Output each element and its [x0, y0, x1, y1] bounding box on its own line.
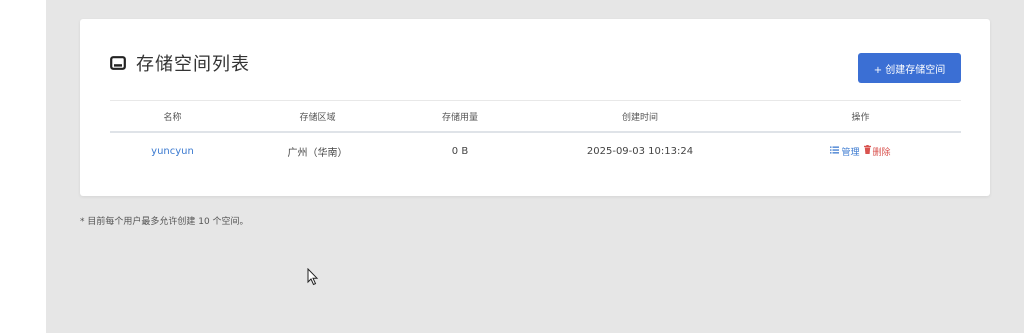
bucket-created-time: 2025-09-03 10:13:24 — [586, 145, 694, 157]
bucket-usage: 0 B — [451, 145, 469, 157]
row-actions: 管理 删除 — [760, 145, 961, 158]
column-header-region: 存储区域 — [299, 112, 336, 123]
mouse-pointer-icon — [307, 267, 319, 290]
column-header-usage: 存储用量 — [441, 112, 478, 123]
create-storage-button[interactable]: + 创建存储空间 — [858, 53, 961, 83]
delete-button[interactable]: 删除 — [863, 145, 891, 158]
storage-table: 名称 存储区域 存储用量 创建时间 操作 yuncyun 广州（华南） 0 B … — [110, 100, 961, 169]
storage-box-icon — [110, 55, 126, 71]
column-header-created: 创建时间 — [621, 112, 658, 123]
manage-label: 管理 — [841, 147, 860, 158]
list-icon — [830, 146, 840, 157]
manage-button[interactable]: 管理 — [830, 145, 860, 158]
column-header-name: 名称 — [163, 112, 182, 123]
table-header: 名称 存储区域 存储用量 创建时间 操作 — [110, 100, 961, 133]
trash-icon — [863, 145, 871, 157]
delete-label: 删除 — [872, 147, 891, 158]
bucket-region: 广州（华南） — [287, 147, 348, 159]
footnote: * 目前每个用户最多允许创建 10 个空间。 — [80, 217, 249, 227]
storage-list-card: 存储空间列表 + 创建存储空间 名称 存储区域 存储用量 创建时间 操作 yun… — [80, 19, 990, 196]
bucket-name-link[interactable]: yuncyun — [151, 146, 194, 157]
table-row: yuncyun 广州（华南） 0 B 2025-09-03 10:13:24 管… — [110, 133, 961, 169]
column-header-actions: 操作 — [851, 112, 870, 123]
card-header: 存储空间列表 — [110, 51, 250, 75]
page-title: 存储空间列表 — [136, 54, 250, 75]
